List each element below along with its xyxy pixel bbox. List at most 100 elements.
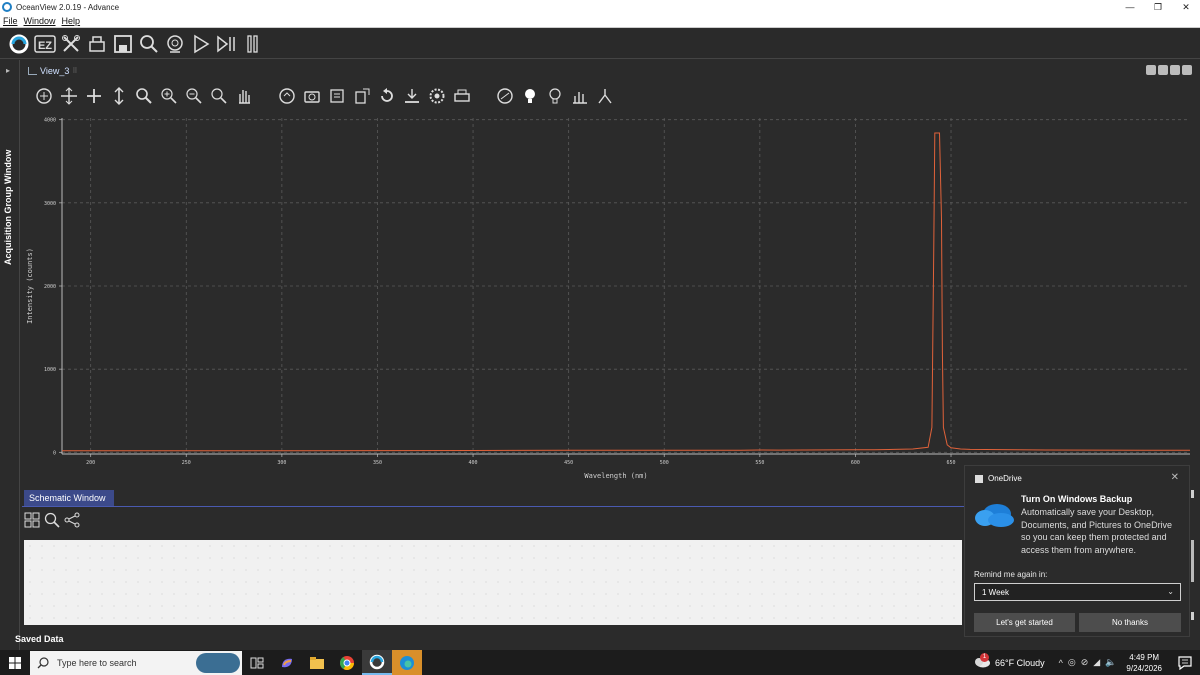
refresh-icon[interactable] xyxy=(275,84,299,108)
ez-icon[interactable]: EZ xyxy=(34,33,56,55)
edge-icon[interactable] xyxy=(392,650,422,675)
autoscale-icon[interactable] xyxy=(32,84,56,108)
remind-select[interactable]: 1 Week ⌄ xyxy=(974,583,1181,601)
clear-icon[interactable] xyxy=(325,84,349,108)
restore-button[interactable]: ❐ xyxy=(1144,0,1172,14)
zoom-region-icon[interactable] xyxy=(132,84,156,108)
view-maximize-button[interactable] xyxy=(1170,65,1180,75)
y-tick-label: 4000 xyxy=(44,118,56,124)
title-bar: OceanView 2.0.19 - Advance — ❐ ✕ xyxy=(0,0,1200,14)
pause-icon[interactable] xyxy=(242,33,264,55)
taskbar-search-box[interactable]: Type here to search xyxy=(30,650,242,675)
remind-label: Remind me again in: xyxy=(974,570,1048,579)
hand-icon[interactable] xyxy=(232,84,256,108)
weather-widget[interactable]: 1 66°F Cloudy xyxy=(973,652,1045,670)
lets-get-started-button[interactable]: Let's get started xyxy=(974,613,1075,632)
weather-text: 66°F Cloudy xyxy=(995,657,1045,668)
task-view-icon[interactable] xyxy=(242,650,272,675)
search-icon[interactable] xyxy=(138,33,160,55)
notification-center-icon[interactable] xyxy=(1176,654,1194,672)
schematic-window-tab[interactable]: Schematic Window xyxy=(24,490,114,506)
camera-icon[interactable] xyxy=(300,84,324,108)
connections-icon[interactable] xyxy=(64,512,80,533)
bulb-off-icon[interactable] xyxy=(543,84,567,108)
x-tick-label: 650 xyxy=(947,460,956,466)
cloud-icon: 1 xyxy=(973,652,991,670)
plot-toolbar xyxy=(20,82,1200,110)
x-tick-label: 300 xyxy=(277,460,286,466)
windows-start-button[interactable] xyxy=(0,650,30,675)
step-icon[interactable] xyxy=(216,33,238,55)
view-header: View_3 ⠿ xyxy=(20,62,1200,80)
weather-badge: 1 xyxy=(980,652,989,662)
network-off-icon[interactable]: ⊘ xyxy=(1081,657,1089,668)
y-axis-label: Intensity (counts) xyxy=(26,248,34,324)
oceanview-taskbar-icon[interactable] xyxy=(362,650,392,675)
x-tick-label: 200 xyxy=(86,460,95,466)
menu-window[interactable]: Window xyxy=(24,16,56,26)
acquisition-group-panel[interactable]: ▸ Acquisition Group Window xyxy=(0,60,20,650)
menu-help[interactable]: Help xyxy=(62,16,81,26)
copilot-icon[interactable] xyxy=(272,650,302,675)
zoom-in-icon[interactable] xyxy=(157,84,181,108)
spectrum-chart[interactable]: 200 250 300 350 400 450 500 550 600 650 0 1000 2000 3… xyxy=(22,110,1200,486)
print-icon[interactable] xyxy=(450,84,474,108)
toast-body: Automatically save your Desktop, Documen… xyxy=(1021,507,1173,555)
vertical-scale-icon[interactable] xyxy=(107,84,131,108)
clock[interactable]: 4:49 PM 9/24/2026 xyxy=(1126,652,1162,674)
settings-icon[interactable] xyxy=(425,84,449,108)
tray-chevron-icon[interactable]: ^ xyxy=(1059,658,1063,668)
schematic-tab-underline xyxy=(22,506,964,507)
marker-icon[interactable] xyxy=(593,84,617,108)
bulb-on-icon[interactable] xyxy=(518,84,542,108)
volume-icon[interactable]: 🔈 xyxy=(1105,657,1116,668)
oceanview-logo-icon[interactable] xyxy=(8,33,30,55)
overlay-icon[interactable] xyxy=(493,84,517,108)
search-icon[interactable] xyxy=(44,512,60,533)
panel-collapse-icon[interactable]: ▸ xyxy=(6,66,10,75)
play-icon[interactable] xyxy=(190,33,212,55)
zoom-reset-icon[interactable] xyxy=(207,84,231,108)
close-button[interactable]: ✕ xyxy=(1172,0,1200,14)
chrome-icon[interactable] xyxy=(332,650,362,675)
saved-data-label[interactable]: Saved Data xyxy=(8,632,68,646)
chevron-down-icon: ⌄ xyxy=(1167,587,1174,596)
wifi-icon[interactable]: ◢ xyxy=(1093,657,1100,668)
right-scroll-strip[interactable] xyxy=(1190,490,1196,630)
zoom-out-icon[interactable] xyxy=(182,84,206,108)
minimize-button[interactable]: — xyxy=(1116,0,1144,14)
toast-title: Turn On Windows Backup xyxy=(1021,494,1133,504)
pan-icon[interactable] xyxy=(82,84,106,108)
main-toolbar: EZ xyxy=(0,29,1200,59)
no-thanks-button[interactable]: No thanks xyxy=(1079,613,1181,632)
oceanview-app-icon xyxy=(2,2,12,12)
layout-icon[interactable] xyxy=(24,512,40,533)
tools-icon[interactable] xyxy=(60,33,82,55)
download-icon[interactable] xyxy=(400,84,424,108)
toast-close-icon[interactable]: ✕ xyxy=(1171,472,1179,483)
camera-tray-icon[interactable]: ◎ xyxy=(1068,657,1076,668)
clock-time: 4:49 PM xyxy=(1129,652,1160,662)
tab-grip-icon[interactable]: ⠿ xyxy=(72,67,77,75)
settings-globe-icon[interactable] xyxy=(164,33,186,55)
y-tick-label: 3000 xyxy=(44,201,56,207)
export-icon[interactable] xyxy=(350,84,374,108)
window-controls: — ❐ ✕ xyxy=(1116,0,1200,14)
acquisition-group-label: Acquisition Group Window xyxy=(3,149,13,265)
rotate-icon[interactable] xyxy=(375,84,399,108)
menu-file[interactable]: File xyxy=(3,16,18,26)
schematic-canvas[interactable] xyxy=(24,540,962,625)
file-explorer-icon[interactable] xyxy=(302,650,332,675)
save-icon[interactable] xyxy=(112,33,134,55)
x-tick-label: 250 xyxy=(182,460,191,466)
print-share-icon[interactable] xyxy=(86,33,108,55)
view-tab[interactable]: View_3 ⠿ xyxy=(24,63,82,79)
peaks-icon[interactable] xyxy=(568,84,592,108)
view-restore-button[interactable] xyxy=(1158,65,1168,75)
remind-select-value: 1 Week xyxy=(982,587,1009,597)
view-minimize-button[interactable] xyxy=(1146,65,1156,75)
move-all-icon[interactable] xyxy=(57,84,81,108)
onedrive-notification: OneDrive ✕ Turn On Windows Backup Automa… xyxy=(964,465,1190,637)
spectrum-plot[interactable]: 200 250 300 350 400 450 500 550 600 650 0 1000 2000 3… xyxy=(22,110,1200,486)
view-close-button[interactable] xyxy=(1182,65,1192,75)
